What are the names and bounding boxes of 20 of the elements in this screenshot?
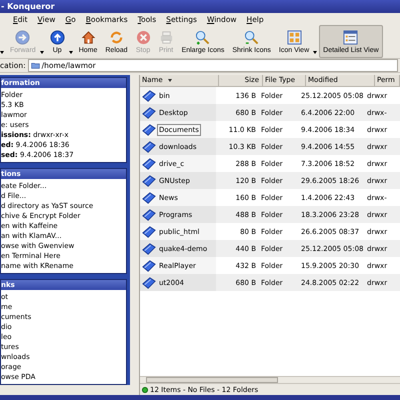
folder-icon bbox=[142, 224, 156, 238]
folder-icon bbox=[142, 208, 156, 222]
folder-icon bbox=[142, 88, 156, 102]
folder-icon bbox=[30, 62, 40, 69]
caret-icon[interactable] bbox=[0, 51, 4, 54]
folder-icon bbox=[142, 276, 156, 290]
folder-icon bbox=[142, 140, 156, 154]
scrollbar-thumb[interactable] bbox=[146, 377, 278, 383]
folder-icon bbox=[142, 258, 156, 272]
folder-icon bbox=[142, 156, 156, 170]
caret-icon[interactable] bbox=[68, 51, 73, 54]
folder-icon bbox=[142, 242, 156, 256]
sort-icon bbox=[168, 79, 172, 82]
horizontal-scrollbar[interactable] bbox=[140, 376, 400, 383]
folder-icon bbox=[142, 190, 156, 204]
folder-icon bbox=[142, 122, 156, 136]
status-icon bbox=[142, 386, 148, 392]
window-title: - Konqueror bbox=[1, 2, 55, 11]
folder-icon bbox=[142, 174, 156, 188]
folder-icon bbox=[142, 106, 156, 120]
